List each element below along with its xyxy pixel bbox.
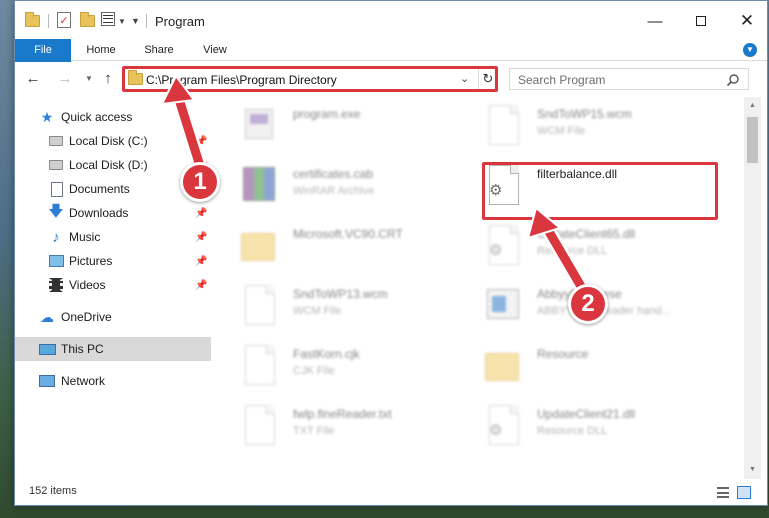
customize-toolbar-icon[interactable]: ▼: [131, 12, 140, 30]
tab-home[interactable]: Home: [81, 39, 121, 61]
archive-icon: [243, 167, 275, 201]
item-count: 152 items: [29, 485, 77, 497]
sidebar-item-music[interactable]: ♪ Music 📌: [15, 225, 211, 249]
vertical-scrollbar[interactable]: ▲ ▼: [744, 97, 761, 479]
sidebar-item-local-disk-c[interactable]: Local Disk (C:) 📌: [15, 129, 211, 153]
chevron-down-icon[interactable]: ▼: [118, 12, 126, 30]
window-title: Program: [155, 14, 205, 29]
file-item[interactable]: program.exe: [211, 97, 451, 153]
tab-share[interactable]: Share: [139, 39, 179, 61]
maximize-icon: [696, 16, 706, 26]
toolbar-divider: [48, 14, 49, 28]
file-item[interactable]: SndToWP15.wcm WCM File: [455, 97, 695, 153]
expand-ribbon-button[interactable]: ▼: [743, 43, 757, 57]
file-item[interactable]: fwlp.fineReader.txt TXT File: [211, 397, 451, 453]
document-icon: [245, 345, 275, 385]
title-bar: ✓ ▼ ▼ Program — ✕: [15, 1, 767, 41]
file-item[interactable]: ⚙ UpdateClient21.dll Resource DLL: [455, 397, 695, 453]
pin-icon[interactable]: 📌: [195, 208, 207, 219]
large-icons-view-icon[interactable]: [737, 486, 751, 499]
gear-icon: ⚙: [489, 422, 503, 439]
sidebar-item-videos[interactable]: Videos 📌: [15, 273, 211, 297]
pin-icon[interactable]: 📌: [195, 256, 207, 267]
file-item[interactable]: Microsoft.VC90.CRT: [211, 217, 451, 273]
file-highlight-box: [482, 162, 718, 220]
computer-icon: [39, 343, 56, 355]
document-icon: [245, 285, 275, 325]
toolbar-divider: [146, 14, 147, 28]
file-item[interactable]: certificates.cab WinRAR Archive: [211, 157, 451, 213]
file-item[interactable]: Resource: [455, 337, 695, 393]
back-button[interactable]: ←: [23, 68, 43, 88]
music-icon: ♪: [52, 228, 60, 246]
tab-view[interactable]: View: [197, 39, 233, 61]
cloud-icon: ☁: [40, 308, 54, 325]
file-item[interactable]: FastKorn.cjk CJK File: [211, 337, 451, 393]
folder-icon: [485, 353, 519, 381]
sidebar-item-quick-access[interactable]: ★ Quick access: [15, 105, 211, 129]
pin-icon[interactable]: 📌: [195, 280, 207, 291]
sidebar-item-onedrive[interactable]: ☁ OneDrive: [15, 305, 211, 329]
recent-locations-button[interactable]: ▼: [83, 68, 95, 88]
sidebar-item-network[interactable]: Network: [15, 369, 211, 393]
exe-icon: [245, 109, 273, 139]
network-icon: [39, 375, 55, 387]
address-row: ← → ▼ ↑ C:\Program Files\Program Directo…: [15, 62, 767, 96]
step-1-badge: 1: [180, 162, 220, 202]
document-icon: [245, 405, 275, 445]
drive-icon: [49, 160, 63, 170]
scroll-down-arrow-icon[interactable]: ▼: [744, 463, 761, 477]
new-folder-icon[interactable]: [80, 12, 95, 30]
videos-icon: [49, 278, 63, 292]
forward-button[interactable]: →: [55, 68, 75, 88]
drive-icon: [49, 136, 63, 146]
address-highlight-box: [122, 66, 498, 92]
properties-check-icon[interactable]: ✓: [57, 12, 71, 28]
status-bar: 152 items: [15, 479, 767, 505]
close-button[interactable]: ✕: [724, 1, 767, 41]
up-button[interactable]: ↑: [99, 68, 117, 88]
document-icon: [489, 105, 519, 145]
pin-icon[interactable]: 📌: [195, 232, 207, 243]
minimize-button[interactable]: —: [632, 1, 678, 41]
file-explorer-window: ✓ ▼ ▼ Program — ✕ File Home Share View ▼…: [14, 0, 768, 506]
scroll-up-arrow-icon[interactable]: ▲: [744, 99, 761, 113]
details-view-icon[interactable]: [717, 487, 729, 498]
search-icon: [726, 74, 739, 87]
folder-icon: [25, 12, 41, 30]
file-item[interactable]: ⚙ UpdateClient65.dll Resource DLL: [455, 217, 695, 273]
documents-icon: [51, 181, 63, 197]
sidebar-item-pictures[interactable]: Pictures 📌: [15, 249, 211, 273]
maximize-button[interactable]: [678, 1, 724, 41]
file-item[interactable]: SndToWP13.wcm WCM File: [211, 277, 451, 333]
folder-icon: [241, 233, 275, 261]
pin-icon[interactable]: 📌: [195, 136, 207, 147]
sidebar-item-downloads[interactable]: 🡇 Downloads 📌: [15, 201, 211, 225]
scrollbar-thumb[interactable]: [747, 117, 758, 163]
gear-icon: ⚙: [489, 242, 503, 259]
ribbon-tabs: File Home Share View ▼: [15, 39, 767, 95]
app-icon: [487, 289, 519, 319]
navigation-pane: ★ Quick access Local Disk (C:) 📌 Local D…: [15, 97, 211, 479]
download-icon: 🡇: [48, 202, 64, 220]
sidebar-item-this-pc[interactable]: This PC: [15, 337, 211, 361]
search-placeholder: Search Program: [518, 73, 606, 87]
pictures-icon: [49, 255, 64, 267]
search-input[interactable]: Search Program: [509, 68, 749, 90]
step-2-badge: 2: [568, 284, 608, 324]
star-icon: ★: [40, 108, 54, 125]
view-properties-icon[interactable]: [101, 12, 115, 26]
file-list: program.exe SndToWP15.wcm WCM File certi…: [211, 97, 744, 479]
